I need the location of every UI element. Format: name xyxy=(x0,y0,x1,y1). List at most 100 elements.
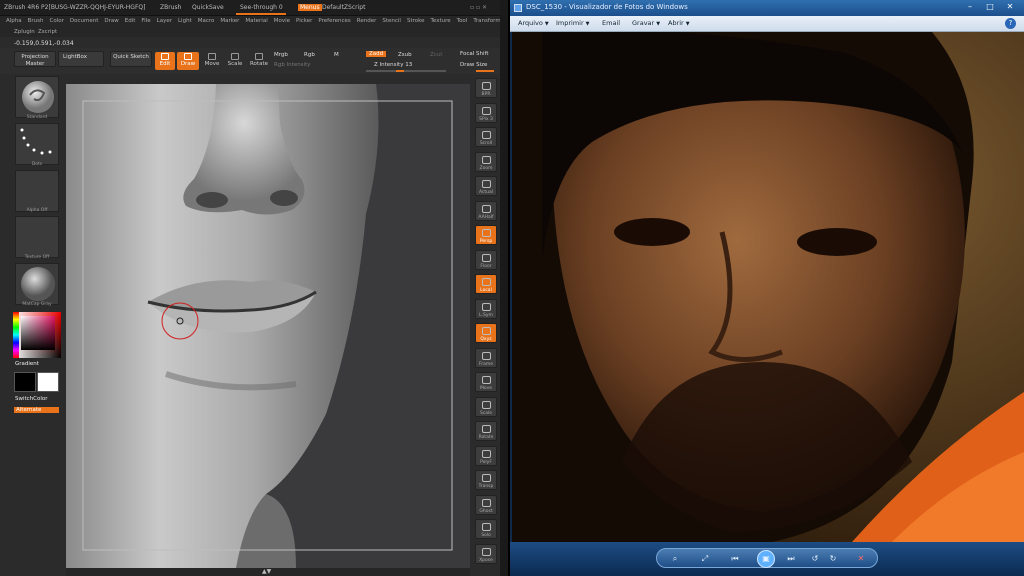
quicksave-button[interactable]: QuickSave xyxy=(192,4,224,11)
menu-material[interactable]: Material xyxy=(245,18,267,24)
menu-arquivo[interactable]: Arquivo ▼ xyxy=(518,19,549,27)
saturation-square[interactable] xyxy=(21,316,55,350)
rotate-ccw-icon[interactable]: ↺ xyxy=(809,553,821,564)
stroke-selector[interactable] xyxy=(15,123,59,165)
mrgb-toggle[interactable]: Mrgb xyxy=(274,52,288,58)
draw-button[interactable]: Draw xyxy=(177,52,199,70)
shelf-move-button[interactable]: Move xyxy=(475,372,497,392)
menu-movie[interactable]: Movie xyxy=(274,18,290,24)
document-canvas[interactable] xyxy=(66,84,470,568)
shelf-frame-button[interactable]: Frame xyxy=(475,347,497,368)
menu-picker[interactable]: Picker xyxy=(296,18,312,24)
menu-layer[interactable]: Layer xyxy=(157,18,172,24)
previous-icon[interactable]: ⏮ xyxy=(729,553,741,564)
shelf-spix-3-button[interactable]: SPix 3 xyxy=(475,102,497,123)
seethrough-slider-track[interactable] xyxy=(236,13,286,15)
lightbox-button[interactable]: LightBox xyxy=(58,51,104,67)
menu-stencil[interactable]: Stencil xyxy=(382,18,401,24)
projection-master-button[interactable]: Projection Master xyxy=(14,51,56,67)
menu-edit[interactable]: Edit xyxy=(125,18,136,24)
window-controls[interactable]: ▫ ▫ ✕ xyxy=(470,4,487,11)
shelf-floor-button[interactable]: Floor xyxy=(475,249,497,270)
scale-button[interactable]: Scale xyxy=(225,52,245,70)
rotate-button[interactable]: Rotate xyxy=(248,52,270,70)
menu-imprimir[interactable]: Imprimir ▼ xyxy=(556,19,590,27)
shelf-xpose-button[interactable]: Xpose xyxy=(475,543,497,564)
move-button[interactable]: Move xyxy=(202,52,222,70)
menu-alpha[interactable]: Alpha xyxy=(6,18,22,24)
rgb-toggle[interactable]: Rgb xyxy=(304,52,315,58)
shelf-l-sym-button[interactable]: L.Sym xyxy=(475,298,497,319)
zbrush-tray-divider[interactable] xyxy=(500,0,508,576)
close-button[interactable]: ✕ xyxy=(1004,2,1016,12)
menu-email[interactable]: Email xyxy=(602,19,620,27)
color-picker[interactable] xyxy=(13,312,61,358)
menu-gravar[interactable]: Gravar ▼ xyxy=(632,19,660,27)
menu-brush[interactable]: Brush xyxy=(28,18,44,24)
alternate-button[interactable]: Alternate xyxy=(14,407,59,413)
rgb-intensity-slider[interactable]: Rgb Intensity xyxy=(274,62,311,68)
switch-color-button[interactable]: SwitchColor xyxy=(15,396,48,402)
tray-toggle-icon[interactable]: ▲▼ xyxy=(262,568,271,575)
help-button[interactable]: ? xyxy=(1005,18,1016,29)
menu-marker[interactable]: Marker xyxy=(220,18,239,24)
default-zscript-button[interactable]: DefaultZScript xyxy=(322,4,365,11)
menu-render[interactable]: Render xyxy=(357,18,377,24)
menu-macro[interactable]: Macro xyxy=(198,18,215,24)
shelf-qxyz-button[interactable]: Qxyz xyxy=(475,323,497,343)
zadd-toggle[interactable]: Zadd xyxy=(366,51,387,57)
shelf-ghost-button[interactable]: Ghost xyxy=(475,494,497,515)
minimize-button[interactable]: – xyxy=(964,2,976,12)
m-toggle[interactable]: M xyxy=(334,52,339,58)
shelf-zoom-button[interactable]: Zoom xyxy=(475,151,497,172)
menu-zscript[interactable]: Zscript xyxy=(38,29,57,35)
menu-texture[interactable]: Texture xyxy=(431,18,451,24)
shelf-polyf-button[interactable]: PolyF xyxy=(475,445,497,466)
menu-stroke[interactable]: Stroke xyxy=(407,18,425,24)
fit-window-icon[interactable]: ⤢ xyxy=(699,553,711,564)
z-intensity-track[interactable] xyxy=(366,70,446,72)
menu-color[interactable]: Color xyxy=(50,18,64,24)
quick-sketch-button[interactable]: Quick Sketch xyxy=(110,51,152,67)
zcut-toggle[interactable]: Zcut xyxy=(430,52,442,58)
shelf-rotate-button[interactable]: Rotate xyxy=(475,421,497,441)
shelf-persp-button[interactable]: Persp xyxy=(475,225,497,245)
slideshow-icon[interactable]: ▣ xyxy=(757,550,775,568)
focal-shift-slider[interactable]: Focal Shift xyxy=(460,51,489,57)
secondary-color-swatch[interactable] xyxy=(14,372,36,392)
menus-toggle[interactable]: Menus xyxy=(298,4,322,11)
gradient-label[interactable]: Gradient xyxy=(15,361,39,367)
shelf-solo-button[interactable]: Solo xyxy=(475,519,497,539)
rotate-cw-icon[interactable]: ↻ xyxy=(827,553,839,564)
zbrush-menu-app[interactable]: ZBrush xyxy=(160,4,181,11)
delete-icon[interactable]: ✕ xyxy=(855,553,867,564)
brush-selector[interactable] xyxy=(15,76,59,118)
edit-button[interactable]: Edit xyxy=(155,52,175,70)
menu-abrir[interactable]: Abrir ▼ xyxy=(668,19,690,27)
shelf-bpr-button[interactable]: BPR xyxy=(475,78,497,98)
menu-document[interactable]: Document xyxy=(70,18,99,24)
menu-zplugin[interactable]: Zplugin xyxy=(14,29,35,35)
menu-transform[interactable]: Transform xyxy=(473,18,500,24)
menu-light[interactable]: Light xyxy=(178,18,192,24)
maximize-button[interactable]: □ xyxy=(984,2,996,12)
draw-size-slider[interactable]: Draw Size xyxy=(460,62,487,68)
texture-selector[interactable] xyxy=(15,216,59,258)
shelf-transp-button[interactable]: Transp xyxy=(475,470,497,490)
main-color-swatch[interactable] xyxy=(37,372,59,392)
menu-file[interactable]: File xyxy=(141,18,150,24)
shelf-scroll-button[interactable]: Scroll xyxy=(475,127,497,147)
material-selector[interactable] xyxy=(15,263,59,305)
menu-tool[interactable]: Tool xyxy=(457,18,468,24)
zsub-toggle[interactable]: Zsub xyxy=(398,52,412,58)
alpha-selector[interactable] xyxy=(15,170,59,212)
shelf-local-button[interactable]: Local xyxy=(475,274,497,294)
menu-draw[interactable]: Draw xyxy=(104,18,118,24)
shelf-actual-button[interactable]: Actual xyxy=(475,176,497,196)
menu-preferences[interactable]: Preferences xyxy=(318,18,350,24)
next-icon[interactable]: ⏭ xyxy=(785,553,797,564)
seethrough-slider[interactable]: See-through 0 xyxy=(240,4,283,11)
zoom-icon[interactable]: ⌕ xyxy=(669,553,681,564)
shelf-aahalf-button[interactable]: AAHalf xyxy=(475,200,497,221)
shelf-scale-button[interactable]: Scale xyxy=(475,396,497,417)
